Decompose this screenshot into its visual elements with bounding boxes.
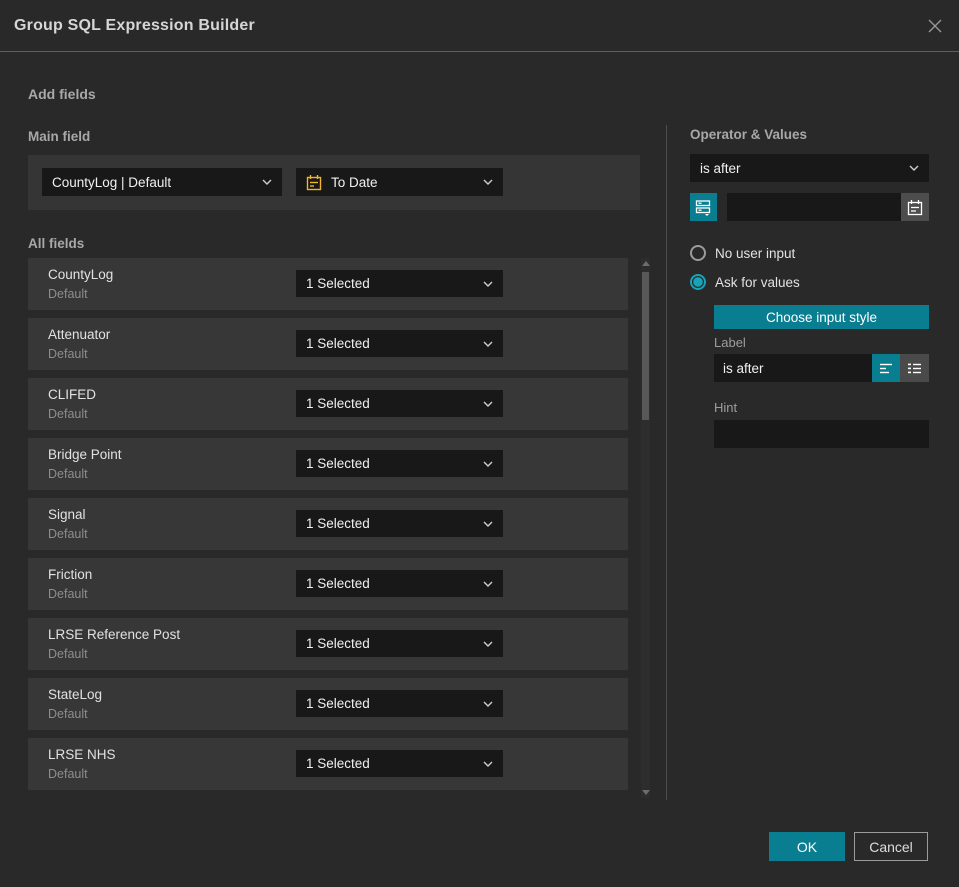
- operator-values-heading: Operator & Values: [690, 127, 808, 142]
- chevron-down-icon: [483, 461, 493, 467]
- field-selected-dropdown[interactable]: 1 Selected: [296, 270, 503, 297]
- field-selected-dropdown[interactable]: 1 Selected: [296, 390, 503, 417]
- field-selected-dropdown[interactable]: 1 Selected: [296, 450, 503, 477]
- calendar-icon: [907, 199, 923, 215]
- field-name: StateLog: [48, 687, 103, 702]
- all-fields-list: CountyLog Default 1 Selected Attenuator …: [28, 258, 628, 798]
- chevron-down-icon: [483, 701, 493, 707]
- main-field-dropdown[interactable]: CountyLog | Default: [42, 168, 282, 196]
- field-name: CountyLog: [48, 267, 114, 282]
- scroll-down-arrow-icon[interactable]: [642, 790, 650, 795]
- list-icon: [908, 363, 921, 373]
- all-fields-heading: All fields: [28, 236, 85, 251]
- label-style-list-button[interactable]: [900, 354, 929, 382]
- chevron-down-icon: [483, 179, 493, 185]
- field-row-bridge-point: Bridge Point Default 1 Selected: [28, 438, 628, 490]
- value-input[interactable]: [727, 193, 901, 221]
- chevron-down-icon: [483, 521, 493, 527]
- field-subtitle: Default: [48, 287, 88, 301]
- field-row-clifed: CLIFED Default 1 Selected: [28, 378, 628, 430]
- field-subtitle: Default: [48, 347, 88, 361]
- list-scrollbar[interactable]: [641, 258, 650, 798]
- field-name: LRSE NHS: [48, 747, 116, 762]
- stacked-values-icon: [695, 199, 711, 216]
- radio-no-user-input[interactable]: No user input: [690, 245, 795, 261]
- close-button[interactable]: [923, 14, 947, 38]
- chevron-down-icon: [483, 281, 493, 287]
- value-source-button[interactable]: [690, 193, 717, 221]
- radio-ask-for-values[interactable]: Ask for values: [690, 274, 800, 290]
- choose-input-style-button[interactable]: Choose input style: [714, 305, 929, 329]
- ok-button[interactable]: OK: [769, 832, 845, 861]
- field-row-attenuator: Attenuator Default 1 Selected: [28, 318, 628, 370]
- main-field-heading: Main field: [28, 129, 91, 144]
- field-row-lrse-nhs: LRSE NHS Default 1 Selected: [28, 738, 628, 790]
- field-name: Attenuator: [48, 327, 111, 342]
- field-selected-dropdown[interactable]: 1 Selected: [296, 510, 503, 537]
- close-icon: [928, 19, 942, 33]
- field-selected-dropdown[interactable]: 1 Selected: [296, 330, 503, 357]
- scrollbar-thumb[interactable]: [642, 272, 649, 420]
- operator-dropdown-value: is after: [700, 160, 741, 176]
- label-style-text-button[interactable]: [872, 354, 900, 382]
- operator-dropdown[interactable]: is after: [690, 154, 929, 182]
- field-row-statelog: StateLog Default 1 Selected: [28, 678, 628, 730]
- field-selected-dropdown[interactable]: 1 Selected: [296, 630, 503, 657]
- field-selected-dropdown[interactable]: 1 Selected: [296, 570, 503, 597]
- label-input-group: [714, 354, 872, 382]
- group-sql-expression-builder-dialog: Group SQL Expression Builder Add fields …: [0, 0, 959, 887]
- chevron-down-icon: [483, 641, 493, 647]
- hint-input-group: [714, 420, 929, 448]
- radio-icon: [690, 245, 706, 261]
- radio-selected-icon: [690, 274, 706, 290]
- field-name: LRSE Reference Post: [48, 627, 181, 642]
- main-field-date-dropdown-value: To Date: [331, 174, 378, 190]
- field-row-friction: Friction Default 1 Selected: [28, 558, 628, 610]
- field-subtitle: Default: [48, 587, 88, 601]
- add-fields-heading: Add fields: [28, 86, 96, 102]
- label-heading: Label: [714, 335, 746, 350]
- calendar-icon: [306, 174, 322, 191]
- value-input-group: [727, 193, 929, 221]
- field-selected-dropdown[interactable]: 1 Selected: [296, 750, 503, 777]
- chevron-down-icon: [483, 401, 493, 407]
- field-subtitle: Default: [48, 407, 88, 421]
- title-bar: Group SQL Expression Builder: [0, 0, 959, 52]
- field-name: Friction: [48, 567, 93, 582]
- field-selected-dropdown[interactable]: 1 Selected: [296, 690, 503, 717]
- align-left-icon: [879, 363, 892, 373]
- scroll-up-arrow-icon[interactable]: [642, 261, 650, 266]
- chevron-down-icon: [909, 165, 919, 171]
- main-field-panel: CountyLog | Default To Date: [28, 155, 640, 210]
- field-subtitle: Default: [48, 527, 88, 541]
- field-name: Signal: [48, 507, 86, 522]
- field-name: CLIFED: [48, 387, 97, 402]
- field-row-lrse-reference-post: LRSE Reference Post Default 1 Selected: [28, 618, 628, 670]
- field-name: Bridge Point: [48, 447, 122, 462]
- field-subtitle: Default: [48, 707, 88, 721]
- cancel-button[interactable]: Cancel: [854, 832, 928, 861]
- chevron-down-icon: [483, 761, 493, 767]
- field-row-signal: Signal Default 1 Selected: [28, 498, 628, 550]
- label-input[interactable]: [714, 354, 872, 382]
- field-row-countylog: CountyLog Default 1 Selected: [28, 258, 628, 310]
- date-picker-button[interactable]: [901, 193, 929, 221]
- vertical-divider: [666, 125, 667, 800]
- chevron-down-icon: [483, 341, 493, 347]
- field-subtitle: Default: [48, 467, 88, 481]
- chevron-down-icon: [262, 179, 272, 185]
- main-field-dropdown-value: CountyLog | Default: [52, 174, 172, 190]
- main-field-date-dropdown[interactable]: To Date: [296, 168, 503, 196]
- chevron-down-icon: [483, 581, 493, 587]
- field-subtitle: Default: [48, 767, 88, 781]
- field-subtitle: Default: [48, 647, 88, 661]
- hint-heading: Hint: [714, 400, 738, 415]
- dialog-title: Group SQL Expression Builder: [14, 16, 255, 34]
- hint-input[interactable]: [714, 420, 929, 448]
